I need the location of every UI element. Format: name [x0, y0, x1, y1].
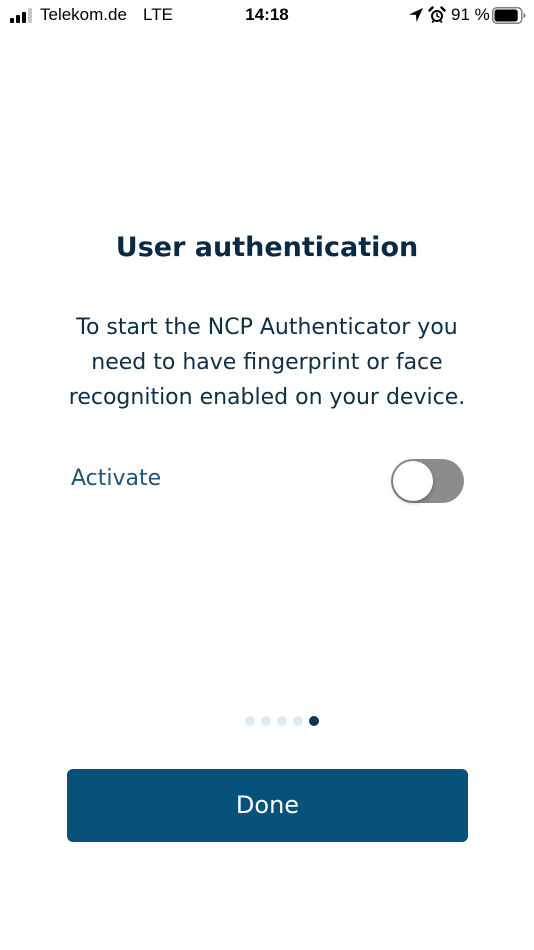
- battery-percentage: 91 %: [451, 5, 490, 24]
- activate-label: Activate: [71, 466, 162, 491]
- page-dot-3: [277, 716, 287, 726]
- status-bar: Telekom.de LTE 14:18 91 %: [0, 0, 534, 32]
- page-dot-2: [261, 716, 271, 726]
- page-indicator: [0, 716, 534, 726]
- activate-toggle[interactable]: [391, 459, 464, 503]
- page-dot-4: [293, 716, 303, 726]
- activate-row: Activate: [70, 458, 464, 504]
- toggle-knob: [393, 461, 433, 501]
- page-dot-1: [245, 716, 255, 726]
- battery-icon: [492, 7, 526, 24]
- page-title: User authentication: [115, 232, 419, 263]
- alarm-clock-icon: [428, 6, 446, 23]
- location-arrow-icon: [409, 8, 423, 22]
- description-text: To start the NCP Authenticator you need …: [68, 315, 466, 410]
- page-dot-5: [309, 716, 319, 726]
- done-button[interactable]: Done: [67, 769, 468, 842]
